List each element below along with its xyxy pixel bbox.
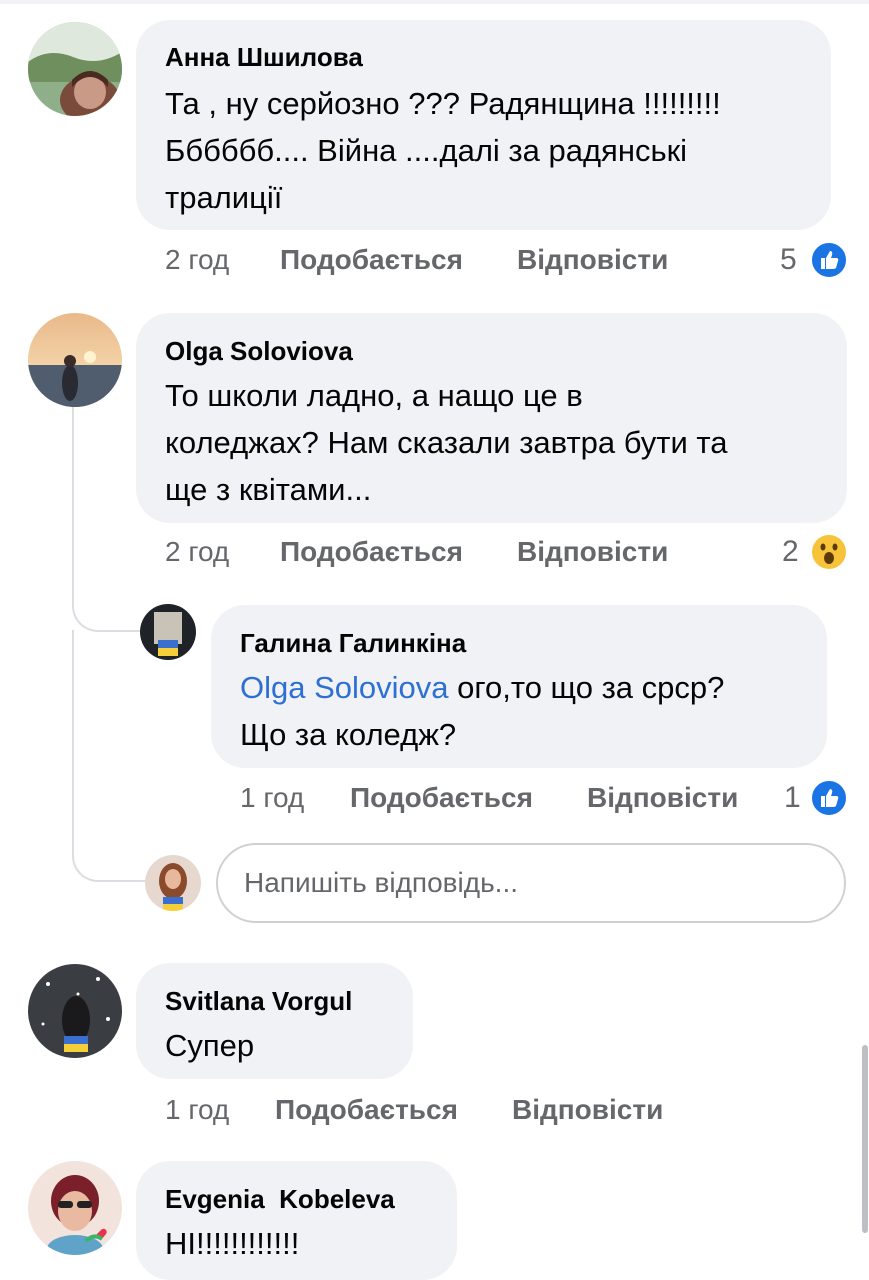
comment-author[interactable]: Svitlana Vorgul	[165, 986, 352, 1017]
reply-input[interactable]: Напишіть відповідь...	[216, 843, 846, 923]
reply-button[interactable]: Відповісти	[517, 536, 668, 568]
wow-icon[interactable]	[810, 533, 848, 571]
thread-connector	[72, 830, 148, 882]
thread-line	[72, 405, 74, 580]
comment-author[interactable]: Анна Шшилова	[165, 42, 363, 73]
comment-text-line: тралиції	[165, 180, 283, 215]
avatar-photo	[28, 22, 122, 116]
avatar[interactable]	[28, 313, 122, 407]
avatar[interactable]	[140, 604, 196, 660]
mention-link[interactable]: Olga Soloviova	[240, 670, 449, 705]
reply-text-line: Olga Soloviova ого,то що за срср?	[240, 664, 724, 711]
comment-text-line: Бббббб.... Війна ....далі за радянські	[165, 133, 688, 168]
like-icon[interactable]	[810, 241, 848, 279]
reply-text-rest: ого,то що за срср?	[448, 670, 725, 705]
comment-text-line: ще з квітами...	[165, 472, 372, 507]
avatar-photo	[145, 855, 201, 911]
reply-button[interactable]: Відповісти	[512, 1094, 663, 1126]
like-button[interactable]: Подобається	[280, 244, 463, 276]
comment-author[interactable]: Evgenia Kobeleva	[165, 1184, 395, 1215]
reply-button[interactable]: Відповісти	[517, 244, 668, 276]
reaction-count[interactable]: 5	[780, 243, 797, 277]
reaction-count[interactable]: 2	[782, 535, 799, 569]
scrollbar[interactable]	[862, 1045, 868, 1233]
reply-text-line: Що за коледж?	[240, 717, 457, 752]
thread-line	[72, 630, 74, 835]
avatar-photo	[28, 1161, 122, 1255]
comment-text-line: Та , ну серйозно ??? Радянщина !!!!!!!!!	[165, 86, 721, 121]
comment-time[interactable]: 2 год	[165, 244, 229, 276]
reply-author[interactable]: Галина Галинкіна	[240, 628, 466, 659]
avatar[interactable]	[28, 964, 122, 1058]
avatar[interactable]	[28, 22, 122, 116]
comment-text-line: НІ!!!!!!!!!!!!	[165, 1226, 300, 1261]
comment-author[interactable]: Olga Soloviova	[165, 336, 353, 367]
avatar-photo	[28, 964, 122, 1058]
reply-time[interactable]: 1 год	[240, 782, 304, 814]
top-divider	[0, 0, 869, 4]
comment-time[interactable]: 1 год	[165, 1094, 229, 1126]
avatar-photo	[28, 313, 122, 407]
comment-time[interactable]: 2 год	[165, 536, 229, 568]
thread-connector	[72, 580, 148, 632]
comment-text-line: То школи ладно, а нащо це в	[165, 378, 583, 413]
like-icon[interactable]	[810, 779, 848, 817]
avatar-photo	[140, 604, 196, 660]
comment-text-line: Супер	[165, 1028, 255, 1063]
avatar[interactable]	[28, 1161, 122, 1255]
like-button[interactable]: Подобається	[350, 782, 533, 814]
reply-button[interactable]: Відповісти	[587, 782, 738, 814]
comment-text-line: коледжах? Нам сказали завтра бути та	[165, 425, 728, 460]
like-button[interactable]: Подобається	[280, 536, 463, 568]
reaction-count[interactable]: 1	[784, 781, 801, 815]
like-button[interactable]: Подобається	[275, 1094, 458, 1126]
current-user-avatar	[145, 855, 201, 911]
